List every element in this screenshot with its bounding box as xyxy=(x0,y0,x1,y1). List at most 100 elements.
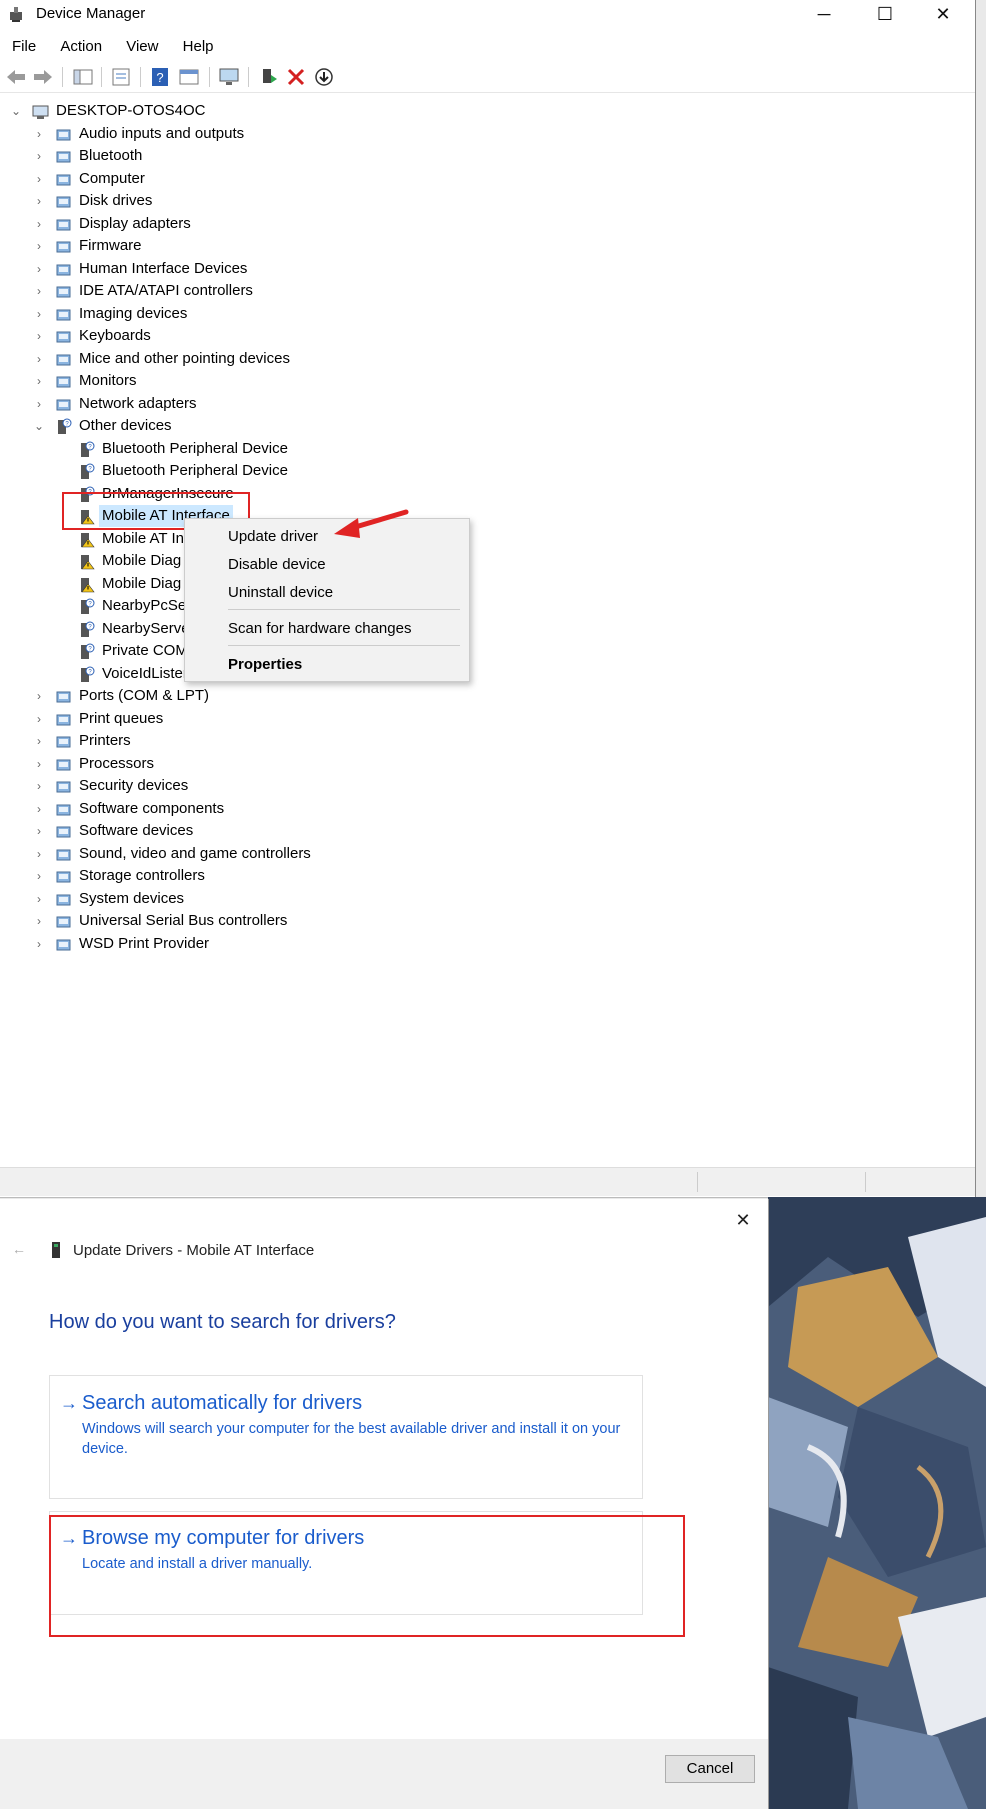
forward-arrow-icon[interactable] xyxy=(32,67,54,87)
tree-root[interactable]: ⌄ DESKTOP-OTOS4OC xyxy=(0,100,950,122)
tree-node-system-devices[interactable]: › System devices xyxy=(0,888,950,910)
tree-device-bluetooth-peripheral-device-1[interactable]: ? Bluetooth Peripheral Device xyxy=(0,460,950,482)
tree-device-bluetooth-peripheral-device-0[interactable]: ? Bluetooth Peripheral Device xyxy=(0,438,950,460)
chevron-right-icon[interactable]: › xyxy=(34,820,44,842)
chevron-right-icon[interactable]: › xyxy=(34,708,44,730)
status-bar xyxy=(0,1167,975,1196)
tree-node-human-interface-devices[interactable]: › Human Interface Devices xyxy=(0,258,950,280)
tree-node-computer[interactable]: › Computer xyxy=(0,168,950,190)
menu-action[interactable]: Action xyxy=(48,34,110,55)
menu-item-scan-hardware[interactable]: Scan for hardware changes xyxy=(228,620,411,637)
tree-device-mobile-at-in-4[interactable]: Mobile AT In xyxy=(0,528,950,550)
tree-node-ports-com-lpt[interactable]: › Ports (COM & LPT) xyxy=(0,685,950,707)
action-view-icon[interactable] xyxy=(178,67,200,87)
chevron-right-icon[interactable]: › xyxy=(34,123,44,145)
tree-node-disk-drives[interactable]: › Disk drives xyxy=(0,190,950,212)
chevron-down-icon[interactable]: ⌄ xyxy=(11,100,21,122)
chevron-right-icon[interactable]: › xyxy=(34,213,44,235)
chevron-right-icon[interactable]: › xyxy=(34,348,44,370)
tree-node-network-adapters[interactable]: › Network adapters xyxy=(0,393,950,415)
back-arrow-icon[interactable] xyxy=(5,67,27,87)
uninstall-x-icon[interactable] xyxy=(285,67,307,87)
tree-node-wsd-print-provider[interactable]: › WSD Print Provider xyxy=(0,933,950,955)
device-manager-app-icon xyxy=(10,7,22,22)
tree-device-mobile-diag-6[interactable]: Mobile Diag xyxy=(0,573,950,595)
menu-view[interactable]: View xyxy=(114,34,166,55)
close-button[interactable]: ✕ xyxy=(914,0,972,30)
menu-item-disable-device[interactable]: Disable device xyxy=(228,556,326,573)
tree-node-other-devices[interactable]: ⌄? Other devices xyxy=(0,415,950,437)
tree-device-mobile-diag-5[interactable]: Mobile Diag xyxy=(0,550,950,572)
tree-node-label: Human Interface Devices xyxy=(79,259,248,277)
tree-node-printers[interactable]: › Printers xyxy=(0,730,950,752)
tree-node-print-queues[interactable]: › Print queues xyxy=(0,708,950,730)
tree-node-label: Disk drives xyxy=(79,192,153,209)
chevron-right-icon[interactable]: › xyxy=(34,325,44,347)
chevron-right-icon[interactable]: › xyxy=(34,258,44,280)
tree-device-voiceidlister-10[interactable]: ? VoiceIdLister xyxy=(0,663,950,685)
chevron-right-icon[interactable]: › xyxy=(34,888,44,910)
title-bar[interactable]: Device Manager ─ ☐ ✕ xyxy=(0,0,975,30)
tree-device-private-com-9[interactable]: ? Private COM xyxy=(0,640,950,662)
tree-node-firmware[interactable]: › Firmware xyxy=(0,235,950,257)
tree-node-label: NearbyPcSer xyxy=(102,597,192,614)
show-hide-tree-icon[interactable] xyxy=(72,67,94,87)
menu-item-properties[interactable]: Properties xyxy=(228,656,302,673)
arrow-right-icon: → xyxy=(60,1393,78,1413)
tree-node-audio-inputs-and-outputs[interactable]: › Audio inputs and outputs xyxy=(0,123,950,145)
chevron-right-icon[interactable]: › xyxy=(34,775,44,797)
chevron-right-icon[interactable]: › xyxy=(34,393,44,415)
tree-node-label: Mobile Diag xyxy=(102,574,182,592)
chevron-right-icon[interactable]: › xyxy=(34,280,44,302)
chevron-right-icon[interactable]: › xyxy=(34,235,44,257)
menu-item-update-driver[interactable]: Update driver xyxy=(228,528,318,545)
tree-node-display-adapters[interactable]: › Display adapters xyxy=(0,213,950,235)
unknown-device-icon: ? xyxy=(81,441,95,457)
dialog-back-button[interactable]: ← xyxy=(12,1241,26,1257)
tree-node-software-devices[interactable]: › Software devices xyxy=(0,820,950,842)
tree-node-ide-ata-atapi-controllers[interactable]: › IDE ATA/ATAPI controllers xyxy=(0,280,950,302)
menu-file[interactable]: File xyxy=(0,34,44,55)
help-icon[interactable]: ? xyxy=(149,67,171,87)
chevron-right-icon[interactable]: › xyxy=(34,910,44,932)
search-automatically-option[interactable]: → Search automatically for drivers Windo… xyxy=(49,1375,643,1499)
chevron-down-icon[interactable]: ⌄ xyxy=(34,415,44,437)
chevron-right-icon[interactable]: › xyxy=(34,190,44,212)
chevron-right-icon[interactable]: › xyxy=(34,843,44,865)
tree-device-nearbyserve-8[interactable]: ? NearbyServe xyxy=(0,618,950,640)
tree-node-monitors[interactable]: › Monitors xyxy=(0,370,950,392)
tree-node-bluetooth[interactable]: › Bluetooth xyxy=(0,145,950,167)
tree-node-security-devices[interactable]: › Security devices xyxy=(0,775,950,797)
chevron-right-icon[interactable]: › xyxy=(34,730,44,752)
chevron-right-icon[interactable]: › xyxy=(34,865,44,887)
menu-item-uninstall-device[interactable]: Uninstall device xyxy=(228,584,333,601)
chevron-right-icon[interactable]: › xyxy=(34,303,44,325)
cancel-button[interactable]: Cancel xyxy=(665,1755,755,1783)
dialog-close-button[interactable]: ✕ xyxy=(728,1207,758,1233)
chevron-right-icon[interactable]: › xyxy=(34,685,44,707)
tree-device-nearbypcser-7[interactable]: ? NearbyPcSer xyxy=(0,595,950,617)
tree-node-mice-and-other-pointing-devices[interactable]: › Mice and other pointing devices xyxy=(0,348,950,370)
tree-node-keyboards[interactable]: › Keyboards xyxy=(0,325,950,347)
chevron-right-icon[interactable]: › xyxy=(34,798,44,820)
properties-icon[interactable] xyxy=(110,67,132,87)
download-circle-icon[interactable] xyxy=(313,67,335,87)
maximize-button[interactable]: ☐ xyxy=(856,0,914,30)
tree-node-software-components[interactable]: › Software components xyxy=(0,798,950,820)
tree-node-processors[interactable]: › Processors xyxy=(0,753,950,775)
chevron-right-icon[interactable]: › xyxy=(34,168,44,190)
chevron-right-icon[interactable]: › xyxy=(34,933,44,955)
menu-help[interactable]: Help xyxy=(171,34,222,55)
tree-node-storage-controllers[interactable]: › Storage controllers xyxy=(0,865,950,887)
tree-node-imaging-devices[interactable]: › Imaging devices xyxy=(0,303,950,325)
minimize-button[interactable]: ─ xyxy=(795,0,853,30)
update-driver-icon[interactable] xyxy=(257,67,279,87)
tree-node-universal-serial-bus-controllers[interactable]: › Universal Serial Bus controllers xyxy=(0,910,950,932)
chevron-right-icon[interactable]: › xyxy=(34,145,44,167)
tree-node-sound-video-and-game-controllers[interactable]: › Sound, video and game controllers xyxy=(0,843,950,865)
chevron-right-icon[interactable]: › xyxy=(34,370,44,392)
chevron-right-icon[interactable]: › xyxy=(34,753,44,775)
scan-hardware-icon[interactable] xyxy=(218,67,240,87)
warning-device-icon xyxy=(81,532,95,547)
ide-ata-atapi-controllers-icon xyxy=(56,286,71,298)
